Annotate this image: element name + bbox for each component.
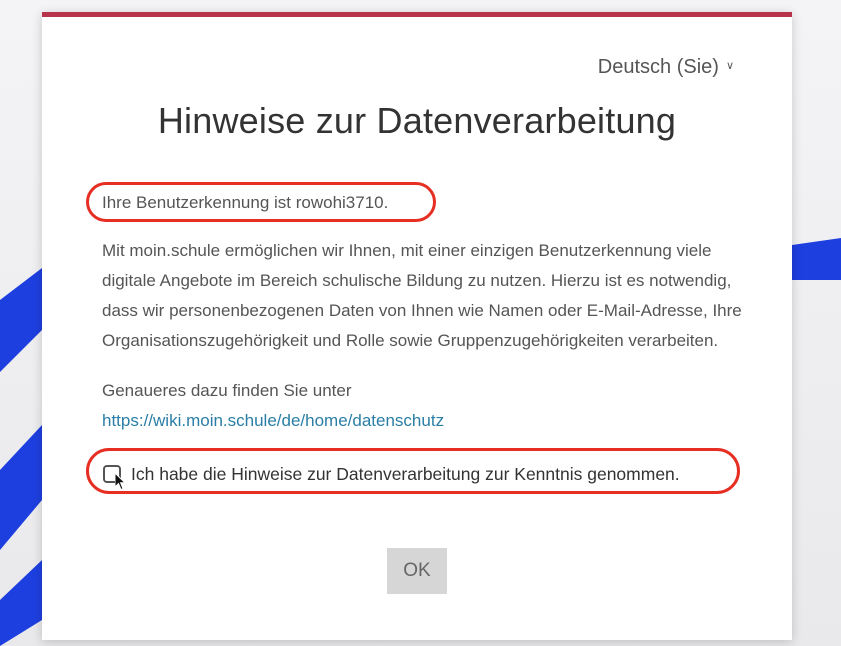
privacy-link[interactable]: https://wiki.moin.schule/de/home/datensc… xyxy=(102,411,444,430)
left-blue-stripe-1 xyxy=(0,268,42,372)
mouse-pointer-icon xyxy=(115,473,127,491)
language-select-label: Deutsch (Sie) xyxy=(597,56,719,78)
user-id-text: Ihre Benutzerkennung ist rowohi3710. xyxy=(102,193,389,212)
dialog-content: Ihre Benutzerkennung ist rowohi3710. Mit… xyxy=(86,182,742,494)
data-processing-dialog: Deutsch (Sie) ∨ Hinweise zur Datenverarb… xyxy=(42,12,792,640)
description-paragraph: Mit moin.schule ermöglichen wir Ihnen, m… xyxy=(102,241,742,350)
dialog-title: Hinweise zur Datenverarbeitung xyxy=(157,100,677,141)
left-blue-stripe-3 xyxy=(0,560,42,646)
chevron-down-icon: ∨ xyxy=(725,60,734,72)
confirm-row[interactable]: Ich habe die Hinweise zur Datenverarbeit… xyxy=(86,448,742,494)
user-id-line: Ihre Benutzerkennung ist rowohi3710. xyxy=(86,182,436,222)
ok-button[interactable]: OK xyxy=(387,548,447,594)
right-blue-stripe xyxy=(792,238,841,280)
language-select[interactable]: Deutsch (Sie) ∨ xyxy=(598,56,734,79)
acknowledge-label[interactable]: Ich habe die Hinweise zur Datenverarbeit… xyxy=(131,459,680,489)
left-blue-stripe-2 xyxy=(0,425,42,550)
acknowledge-checkbox[interactable] xyxy=(103,465,127,491)
dialog-accent-bar xyxy=(42,12,792,17)
more-info-text: Genaueres dazu finden Sie unter xyxy=(102,381,352,400)
more-info-paragraph: Genaueres dazu finden Sie unter https://… xyxy=(102,376,742,436)
